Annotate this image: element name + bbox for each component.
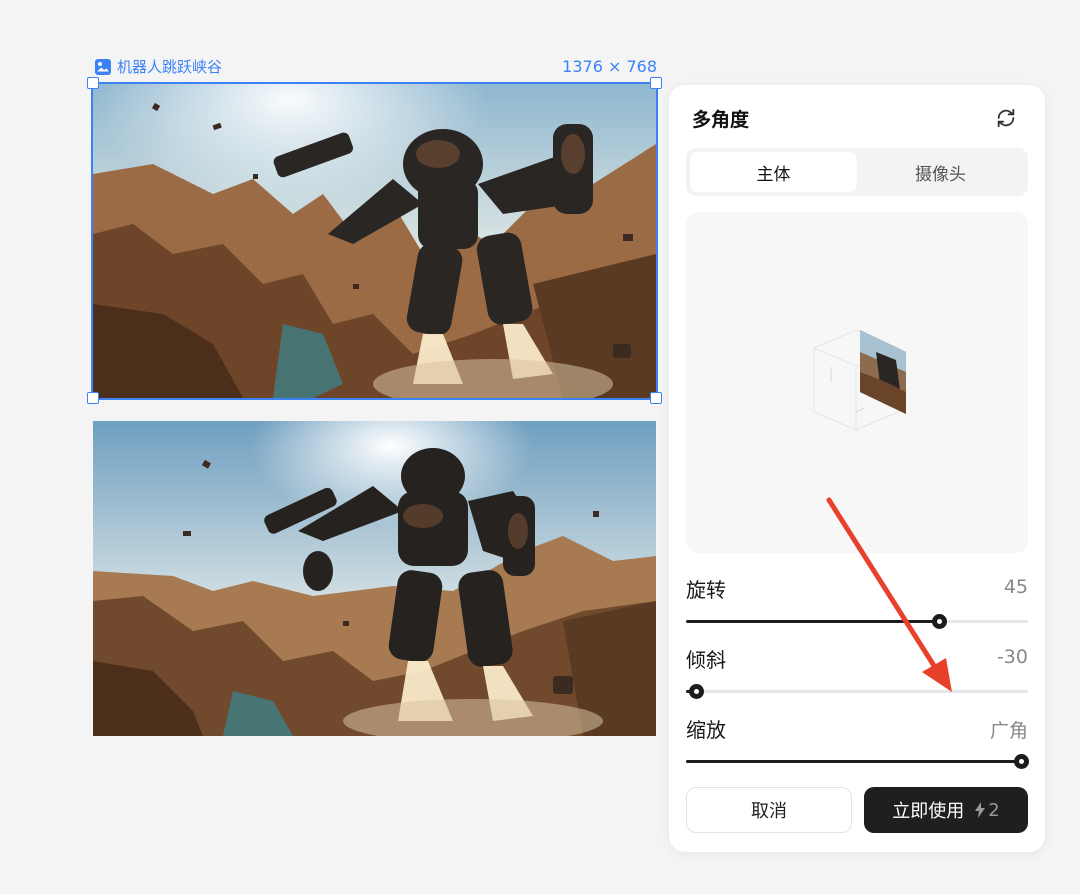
apply-button[interactable]: 立即使用 2 bbox=[864, 787, 1028, 833]
mode-tabs: 主体 摄像头 bbox=[686, 148, 1028, 196]
multi-angle-panel: 多角度 主体 摄像头 旋转 45 倾斜 -30 缩放 广角 取消 立即使用 2 bbox=[669, 85, 1045, 852]
zoom-slider-knob[interactable] bbox=[1014, 754, 1030, 769]
refresh-icon[interactable] bbox=[995, 107, 1017, 129]
rotation-label: 旋转 bbox=[686, 578, 726, 602]
resize-handle-bottom-right[interactable] bbox=[650, 392, 662, 404]
tab-subject[interactable]: 主体 bbox=[690, 152, 857, 192]
rotation-value: 45 bbox=[1003, 576, 1028, 598]
resize-handle-top-left[interactable] bbox=[87, 77, 99, 89]
resize-handle-bottom-left[interactable] bbox=[87, 392, 99, 404]
selected-image[interactable] bbox=[91, 82, 658, 400]
credit-cost-value: 2 bbox=[988, 799, 1000, 821]
preview-thumbnail bbox=[860, 330, 906, 414]
rotation-slider[interactable] bbox=[686, 614, 1028, 629]
image-caption: 机器人跳跃峡谷 bbox=[95, 56, 222, 77]
apply-button-label: 立即使用 bbox=[892, 801, 965, 822]
tab-camera[interactable]: 摄像头 bbox=[857, 152, 1024, 192]
zoom-slider[interactable] bbox=[686, 754, 1030, 769]
zoom-label: 缩放 bbox=[686, 718, 726, 742]
tilt-label: 倾斜 bbox=[686, 648, 726, 672]
zoom-value: 广角 bbox=[989, 720, 1028, 742]
resize-handle-top-right[interactable] bbox=[650, 77, 662, 89]
zoom-slider-fill bbox=[686, 760, 1022, 763]
credit-cost: 2 bbox=[974, 799, 1000, 821]
3d-preview[interactable] bbox=[686, 212, 1028, 553]
tilt-slider[interactable] bbox=[686, 684, 1028, 699]
rotation-slider-fill bbox=[686, 620, 940, 623]
lightning-icon bbox=[975, 802, 986, 818]
image-title: 机器人跳跃峡谷 bbox=[117, 58, 223, 76]
panel-title: 多角度 bbox=[692, 109, 750, 131]
image-icon bbox=[95, 58, 111, 75]
rotation-slider-knob[interactable] bbox=[932, 614, 948, 629]
tilt-slider-knob[interactable] bbox=[689, 684, 705, 699]
image-dimensions: 1376 × 768 bbox=[562, 57, 657, 76]
cancel-button[interactable]: 取消 bbox=[686, 787, 852, 833]
tilt-value: -30 bbox=[996, 646, 1028, 668]
generated-image[interactable] bbox=[93, 421, 656, 736]
